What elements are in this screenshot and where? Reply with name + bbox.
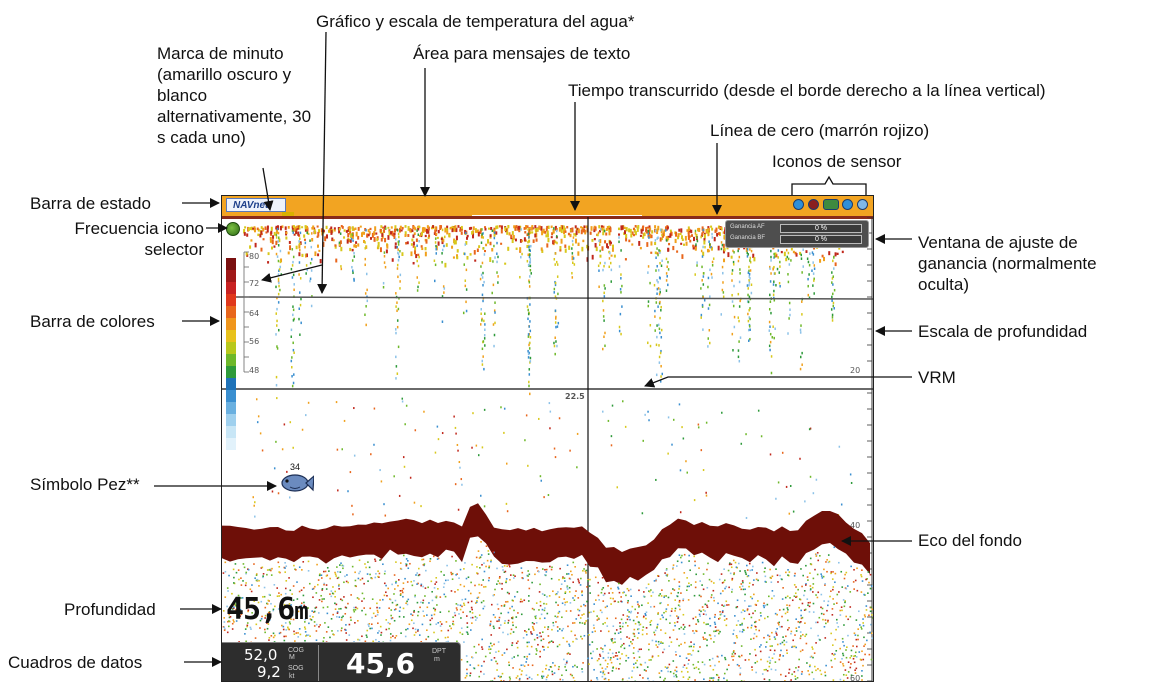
frequency-selector-icon[interactable]	[226, 222, 240, 236]
depth-scale-tick: 60	[850, 674, 861, 682]
label-text-messages: Área para mensajes de texto	[413, 44, 631, 63]
depth-unit: m	[294, 597, 308, 625]
gain-row-bf[interactable]: Ganancia BF 0 %	[730, 235, 864, 245]
sog-value: 9,2	[257, 663, 281, 681]
color-bar-segment	[226, 330, 236, 342]
color-bar-segment	[226, 318, 236, 330]
dpt-unit: m	[434, 656, 440, 663]
label-fish-symbol: Símbolo Pez**	[30, 475, 140, 494]
label-elapsed-time: Tiempo transcurrido (desde el borde dere…	[568, 81, 1046, 100]
color-bar-segment	[226, 354, 236, 366]
label-zero-line: Línea de cero (marrón rojizo)	[710, 121, 930, 140]
label-gain-window: Ventana de ajuste de ganancia (normalmen…	[918, 233, 1097, 294]
gain-adjust-window[interactable]: Ganancia AF 0 % Ganancia BF 0 %	[725, 220, 869, 248]
sog-label: SOG	[288, 665, 304, 672]
color-bar-segment	[226, 270, 236, 282]
cog-unit: M	[289, 654, 295, 661]
color-bar-segment	[226, 438, 236, 450]
label-water-temp: Gráfico y escala de temperatura del agua…	[316, 12, 635, 31]
color-bar-segment	[226, 450, 236, 462]
label-freq-selector: Frecuencia icono selector	[74, 219, 204, 259]
data-boxes[interactable]: 52,0 COG M 9,2 SOG kt 45,6 DPT m	[222, 642, 461, 681]
gain-row-af[interactable]: Ganancia AF 0 %	[730, 224, 864, 234]
depth-scale-tick: 40	[850, 521, 861, 530]
boat-sensor-icon[interactable]	[823, 199, 839, 210]
color-bar-segment	[226, 414, 236, 426]
depth-readout: 45,6m	[226, 592, 309, 627]
temp-scale-tick: 48	[249, 366, 260, 375]
depth-value: 45,6	[226, 592, 295, 627]
color-bar-segment	[226, 402, 236, 414]
temp-sensor-icon[interactable]	[857, 199, 868, 210]
depth-sensor-icon[interactable]	[842, 199, 853, 210]
cog-value: 52,0	[244, 646, 278, 664]
label-vrm: VRM	[918, 368, 956, 387]
fish-depth-label: 34	[290, 462, 301, 472]
label-status-bar: Barra de estado	[30, 194, 151, 213]
temp-scale-tick: 72	[249, 279, 260, 288]
temp-scale-tick: 64	[249, 309, 260, 318]
dpt-label: DPT	[432, 648, 446, 655]
depth-scale-tick: 20	[850, 366, 861, 375]
color-bar-segment	[226, 462, 236, 474]
data-box-divider	[318, 645, 319, 681]
color-bar-segment	[226, 282, 236, 294]
color-bar-segment	[226, 258, 236, 270]
label-depth-scale: Escala de profundidad	[918, 322, 1088, 341]
color-bar	[226, 258, 236, 476]
color-bar-segment	[226, 390, 236, 402]
cog-label: COG	[288, 647, 304, 654]
color-bar-segment	[226, 426, 236, 438]
color-bar-segment	[226, 366, 236, 378]
gain-label: Ganancia BF	[730, 235, 766, 241]
temp-scale-tick: 56	[249, 337, 260, 346]
fish-finder-screen[interactable]: NAVnet Ganancia AF 0 % Ganancia BF 0 % 8…	[221, 195, 874, 682]
fish-icon	[281, 474, 314, 492]
vrm-depth-value: 22.5	[565, 392, 585, 401]
color-bar-segment	[226, 306, 236, 318]
label-bottom-echo: Eco del fondo	[918, 531, 1022, 550]
dpt-value: 45,6	[346, 647, 416, 680]
gain-label: Ganancia AF	[730, 224, 765, 230]
gps-sensor-icon[interactable]	[793, 199, 804, 210]
label-color-bar: Barra de colores	[30, 312, 155, 331]
label-data-boxes: Cuadros de datos	[8, 653, 143, 672]
gain-value[interactable]: 0 %	[780, 235, 862, 244]
status-bar: NAVnet	[222, 196, 873, 219]
label-minute-mark: Marca de minuto (amarillo oscuro y blanc…	[157, 44, 312, 147]
navnet-logo: NAVnet	[226, 198, 286, 212]
gain-value[interactable]: 0 %	[780, 224, 862, 233]
color-bar-segment	[226, 294, 236, 306]
color-bar-segment	[226, 378, 236, 390]
temp-scale-tick: 80	[249, 252, 260, 261]
label-depth: Profundidad	[64, 600, 156, 619]
label-sensor-icons: Iconos de sensor	[772, 152, 902, 171]
color-bar-segment	[226, 342, 236, 354]
echo-display[interactable]	[222, 217, 874, 682]
heading-sensor-icon[interactable]	[808, 199, 819, 210]
sog-unit: kt	[289, 673, 295, 680]
